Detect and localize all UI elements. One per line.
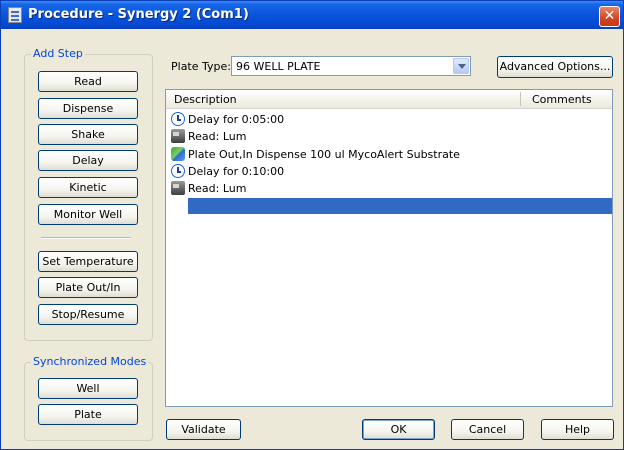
window-title: Procedure - Synergy 2 (Com1) xyxy=(28,7,249,22)
plate-type-select[interactable]: 96 WELL PLATE xyxy=(231,56,471,76)
close-button[interactable]: ✕ xyxy=(599,6,620,27)
delay-button[interactable]: Delay xyxy=(38,150,138,171)
procedure-dialog: Procedure - Synergy 2 (Com1) ✕ Add Step … xyxy=(0,0,624,450)
dispense-button[interactable]: Dispense xyxy=(38,98,138,119)
procedure-steps-list[interactable]: Description Comments Delay for 0:05:00 R… xyxy=(165,89,613,407)
plate-out-in-button[interactable]: Plate Out/In xyxy=(38,277,138,298)
step-text: Delay for 0:10:00 xyxy=(188,165,285,178)
synchronized-modes-label: Synchronized Modes xyxy=(31,355,149,368)
step-text: Read: Lum xyxy=(188,130,247,143)
reader-icon xyxy=(171,181,185,195)
step-row[interactable]: Read: Lum xyxy=(170,180,600,197)
description-column-header[interactable]: Description xyxy=(174,93,237,106)
well-mode-button[interactable]: Well xyxy=(38,378,138,399)
plate-type-label: Plate Type: xyxy=(171,60,231,73)
shake-button[interactable]: Shake xyxy=(38,124,138,145)
reader-icon xyxy=(171,129,185,143)
ok-button[interactable]: OK xyxy=(362,419,435,440)
clock-icon xyxy=(171,112,185,126)
advanced-options-button[interactable]: Advanced Options... xyxy=(497,56,613,78)
synchronized-modes-group: Synchronized Modes xyxy=(24,355,153,441)
selected-empty-row[interactable] xyxy=(188,198,612,214)
plate-transfer-icon xyxy=(171,147,185,161)
list-header: Description Comments xyxy=(166,90,612,109)
title-bar[interactable]: Procedure - Synergy 2 (Com1) ✕ xyxy=(1,1,623,29)
plate-type-value: 96 WELL PLATE xyxy=(236,60,321,73)
plate-mode-button[interactable]: Plate xyxy=(38,404,138,425)
step-text: Delay for 0:05:00 xyxy=(188,113,285,126)
comments-column-header[interactable]: Comments xyxy=(532,93,592,106)
column-divider[interactable] xyxy=(520,92,521,106)
read-button[interactable]: Read xyxy=(38,71,138,92)
close-icon: ✕ xyxy=(603,8,616,24)
clock-icon xyxy=(171,164,185,178)
help-button[interactable]: Help xyxy=(541,419,614,440)
step-row[interactable]: Delay for 0:05:00 xyxy=(170,111,600,128)
monitor-well-button[interactable]: Monitor Well xyxy=(38,204,138,225)
validate-button[interactable]: Validate xyxy=(166,419,241,440)
step-row[interactable]: Delay for 0:10:00 xyxy=(170,163,600,180)
add-step-separator xyxy=(41,237,131,239)
step-text: Read: Lum xyxy=(188,182,247,195)
set-temperature-button[interactable]: Set Temperature xyxy=(38,251,138,272)
step-row[interactable]: Read: Lum xyxy=(170,128,600,145)
app-icon xyxy=(8,7,22,23)
stop-resume-button[interactable]: Stop/Resume xyxy=(38,304,138,325)
step-text: Plate Out,In Dispense 100 ul MycoAlert S… xyxy=(188,148,460,161)
chevron-down-icon[interactable] xyxy=(453,58,469,74)
add-step-label: Add Step xyxy=(31,47,85,60)
kinetic-button[interactable]: Kinetic xyxy=(38,177,138,198)
cancel-button[interactable]: Cancel xyxy=(451,419,524,440)
step-row[interactable]: Plate Out,In Dispense 100 ul MycoAlert S… xyxy=(170,146,600,163)
